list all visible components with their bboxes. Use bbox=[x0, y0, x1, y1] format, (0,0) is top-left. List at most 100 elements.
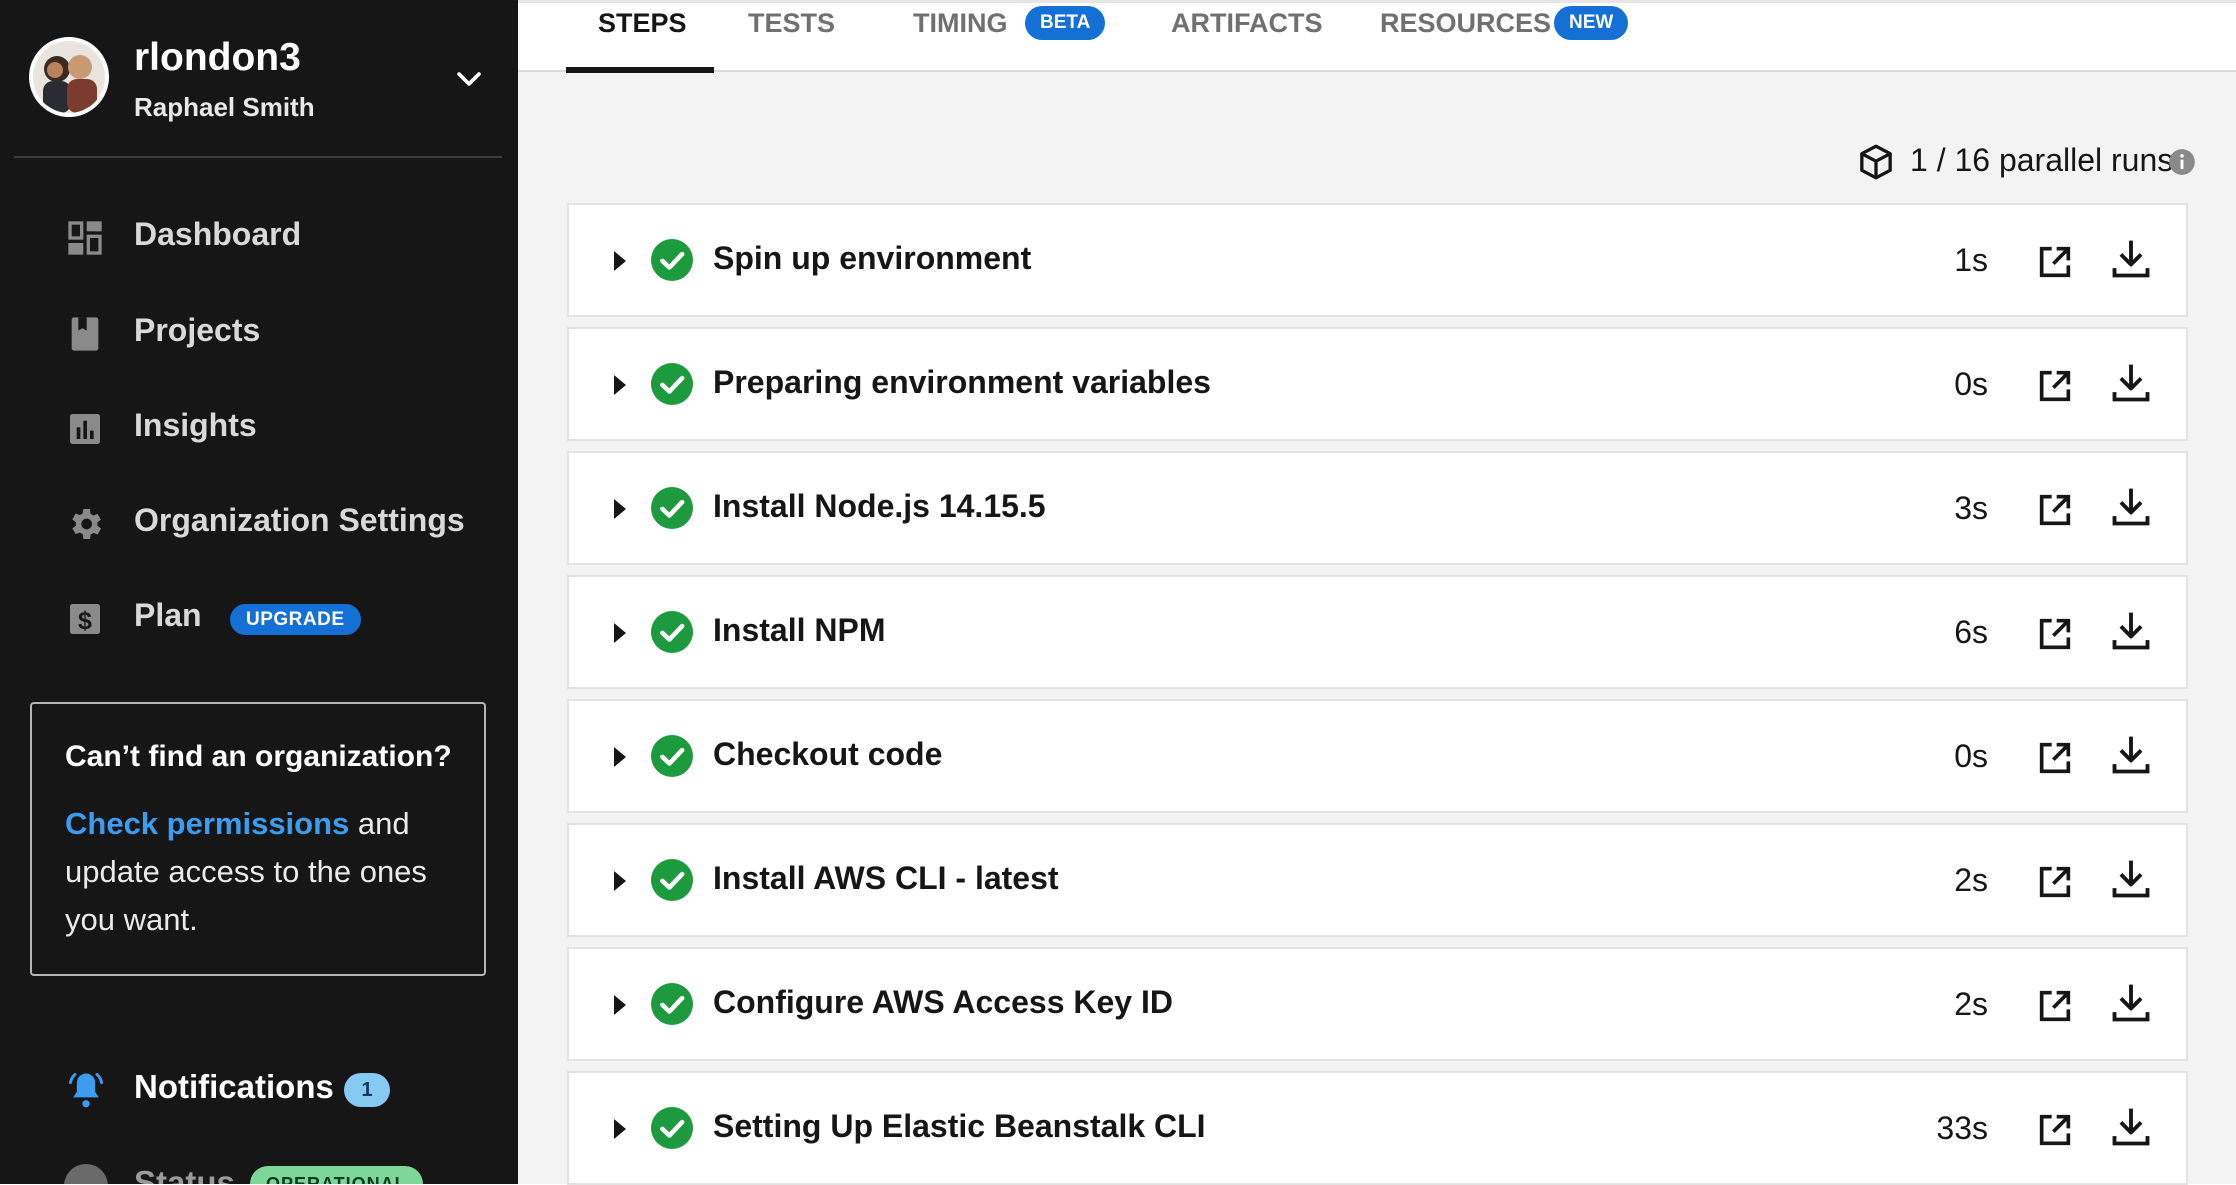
open-external-icon[interactable] bbox=[2035, 862, 2075, 902]
caret-right-icon[interactable] bbox=[609, 869, 631, 893]
cube-icon bbox=[1860, 144, 1892, 180]
sidebar-item-label: Insights bbox=[134, 407, 257, 443]
download-icon[interactable] bbox=[2109, 1105, 2153, 1149]
user-switcher[interactable]: rlondon3 Raphael Smith bbox=[0, 0, 518, 157]
download-icon[interactable] bbox=[2109, 609, 2153, 653]
bar-chart-icon bbox=[70, 414, 100, 444]
success-check-icon bbox=[651, 487, 693, 529]
step-row[interactable]: Spin up environment 1s bbox=[567, 203, 2188, 317]
caret-right-icon[interactable] bbox=[609, 993, 631, 1017]
main-content: STEPS TESTS TIMING BETA ARTIFACTS RESOUR… bbox=[518, 0, 2236, 1185]
success-check-icon bbox=[651, 735, 693, 777]
tab-label: TIMING bbox=[913, 8, 1008, 38]
sidebar-item-label: Dashboard bbox=[134, 216, 302, 252]
download-icon[interactable] bbox=[2109, 361, 2153, 405]
step-name: Install AWS CLI - latest bbox=[713, 860, 1059, 896]
caret-right-icon[interactable] bbox=[609, 1117, 631, 1141]
tab-label: RESOURCES bbox=[1380, 8, 1552, 38]
step-row[interactable]: Setting Up Elastic Beanstalk CLI 33s bbox=[567, 1071, 2188, 1185]
success-check-icon bbox=[651, 363, 693, 405]
sidebar-item-label: Organization Settings bbox=[134, 502, 465, 538]
open-external-icon[interactable] bbox=[2035, 242, 2075, 282]
tab-label: TESTS bbox=[748, 8, 836, 38]
step-name: Checkout code bbox=[713, 736, 943, 772]
open-external-icon[interactable] bbox=[2035, 738, 2075, 778]
step-duration: 1s bbox=[1954, 242, 1988, 278]
sidebar: rlondon3 Raphael Smith Dashboard Project… bbox=[0, 0, 518, 1184]
step-name: Configure AWS Access Key ID bbox=[713, 984, 1173, 1020]
chevron-down-icon[interactable] bbox=[452, 62, 486, 96]
step-duration: 6s bbox=[1954, 614, 1988, 650]
download-icon[interactable] bbox=[2109, 857, 2153, 901]
success-check-icon bbox=[651, 611, 693, 653]
step-row[interactable]: Install NPM 6s bbox=[567, 575, 2188, 689]
caret-right-icon[interactable] bbox=[609, 745, 631, 769]
step-duration: 0s bbox=[1954, 738, 1988, 774]
download-icon[interactable] bbox=[2109, 485, 2153, 529]
sidebar-item-plan[interactable]: $ Plan UPGRADE bbox=[0, 587, 518, 647]
bell-icon bbox=[68, 1072, 104, 1108]
user-fullname: Raphael Smith bbox=[134, 92, 315, 122]
step-duration: 2s bbox=[1954, 862, 1988, 898]
org-help-card: Can’t find an organization? Check permis… bbox=[30, 702, 486, 976]
sidebar-item-projects[interactable]: Projects bbox=[0, 302, 518, 362]
step-duration: 0s bbox=[1954, 366, 1988, 402]
sidebar-item-dashboard[interactable]: Dashboard bbox=[0, 206, 518, 266]
open-external-icon[interactable] bbox=[2035, 614, 2075, 654]
success-check-icon bbox=[651, 239, 693, 281]
notification-count-badge: 1 bbox=[344, 1073, 390, 1107]
status-icon bbox=[64, 1164, 108, 1184]
status-badge: OPERATIONAL bbox=[250, 1166, 423, 1184]
beta-badge: BETA bbox=[1025, 6, 1106, 40]
sidebar-item-label: Plan bbox=[134, 597, 202, 633]
step-name: Preparing environment variables bbox=[713, 364, 1211, 400]
sidebar-divider bbox=[14, 156, 502, 158]
step-name: Setting Up Elastic Beanstalk CLI bbox=[713, 1108, 1206, 1144]
dollar-icon: $ bbox=[70, 604, 100, 635]
parallel-runs-text: 1 / 16 parallel runs bbox=[1910, 142, 2174, 178]
upgrade-badge[interactable]: UPGRADE bbox=[230, 604, 361, 635]
open-external-icon[interactable] bbox=[2035, 986, 2075, 1026]
open-external-icon[interactable] bbox=[2035, 490, 2075, 530]
sidebar-item-notifications[interactable]: Notifications bbox=[134, 1068, 334, 1106]
step-duration: 2s bbox=[1954, 986, 1988, 1022]
tab-label: ARTIFACTS bbox=[1171, 8, 1323, 38]
step-row[interactable]: Configure AWS Access Key ID 2s bbox=[567, 947, 2188, 1061]
step-duration: 33s bbox=[1936, 1110, 1988, 1146]
org-card-body: Check permissions and update access to t… bbox=[65, 800, 465, 944]
active-tab-indicator bbox=[566, 67, 714, 73]
sidebar-item-organization-settings[interactable]: Organization Settings bbox=[0, 492, 518, 552]
sidebar-item-insights[interactable]: Insights bbox=[0, 397, 518, 457]
caret-right-icon[interactable] bbox=[609, 497, 631, 521]
download-icon[interactable] bbox=[2109, 237, 2153, 281]
new-badge: NEW bbox=[1554, 6, 1629, 40]
open-external-icon[interactable] bbox=[2035, 366, 2075, 406]
step-name: Spin up environment bbox=[713, 240, 1032, 276]
dashboard-icon bbox=[68, 221, 102, 255]
caret-right-icon[interactable] bbox=[609, 621, 631, 645]
tab-label: STEPS bbox=[598, 8, 687, 38]
sidebar-item-status[interactable]: Status bbox=[134, 1164, 235, 1184]
info-icon[interactable] bbox=[2168, 148, 2196, 176]
gear-icon bbox=[72, 509, 101, 539]
step-row[interactable]: Install Node.js 14.15.5 3s bbox=[567, 451, 2188, 565]
step-row[interactable]: Install AWS CLI - latest 2s bbox=[567, 823, 2188, 937]
caret-right-icon[interactable] bbox=[609, 249, 631, 273]
download-icon[interactable] bbox=[2109, 733, 2153, 777]
caret-right-icon[interactable] bbox=[609, 373, 631, 397]
open-external-icon[interactable] bbox=[2035, 1110, 2075, 1150]
step-row[interactable]: Preparing environment variables 0s bbox=[567, 327, 2188, 441]
success-check-icon bbox=[651, 1107, 693, 1149]
parallel-runs: 1 / 16 parallel runs bbox=[1856, 140, 2196, 184]
success-check-icon bbox=[651, 859, 693, 901]
org-card-title: Can’t find an organization? bbox=[65, 740, 452, 773]
download-icon[interactable] bbox=[2109, 981, 2153, 1025]
svg-text:$: $ bbox=[78, 607, 92, 635]
check-permissions-link[interactable]: Check permissions bbox=[65, 806, 349, 841]
step-duration: 3s bbox=[1954, 490, 1988, 526]
book-icon bbox=[71, 317, 99, 351]
step-row[interactable]: Checkout code 0s bbox=[567, 699, 2188, 813]
username: rlondon3 bbox=[134, 36, 301, 79]
avatar bbox=[29, 37, 109, 117]
success-check-icon bbox=[651, 983, 693, 1025]
